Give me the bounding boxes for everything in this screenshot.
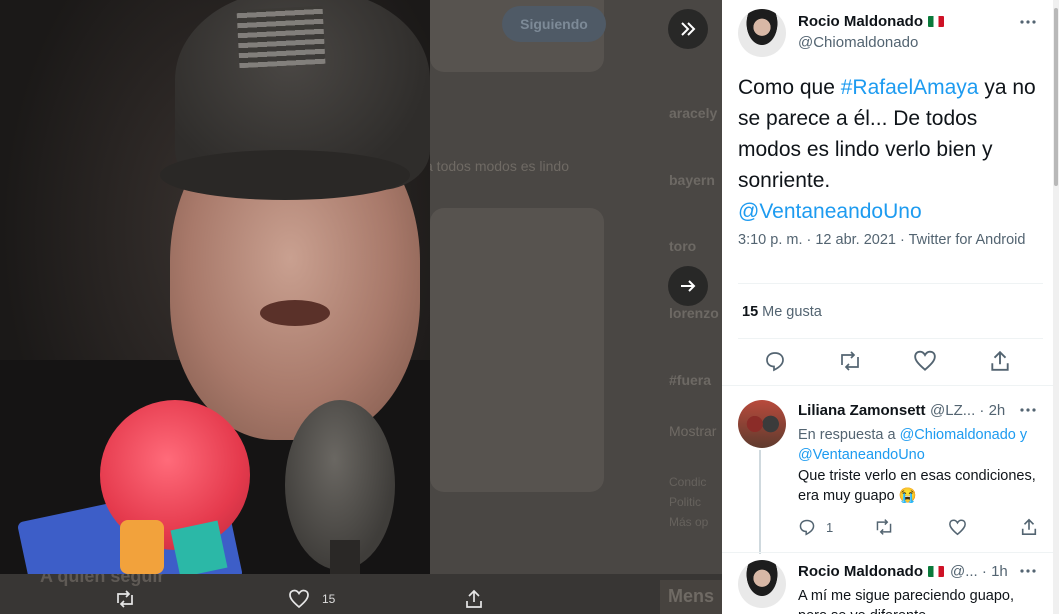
bg-footer-2: Politic [669,495,702,509]
reply-author-handle[interactable]: @... · 1h [950,563,1008,580]
like-button[interactable] [912,348,938,374]
author-name[interactable]: Rocio Maldonado [798,13,944,30]
divider [738,283,1043,284]
bg-show-more: Mostrar [669,423,717,439]
reply-context: En respuesta a @Chiomaldonado y @Ventane… [798,427,1028,463]
collapse-panel-button[interactable] [668,9,708,49]
reply-icon [799,519,815,536]
retweet-icon [117,590,133,608]
more-icon [1020,408,1036,412]
reply-button[interactable] [762,348,788,374]
heart-icon [914,350,936,371]
avatar[interactable] [738,400,786,448]
reply-more-button[interactable] [1016,561,1040,581]
tweet-text: Como que #RafaelAmaya ya no se parece a … [738,76,1036,223]
more-icon [1020,569,1036,573]
media-retweet-button[interactable] [110,584,140,614]
author-handle[interactable]: @Chiomaldonado [798,34,918,51]
retweet-icon [876,519,892,535]
reply-author-name[interactable]: Liliana Zamonsett [798,402,926,419]
reply-author-handle[interactable]: @LZ... · 2h [930,402,1005,419]
bg-trend-5: #fuera [669,372,712,388]
likes-summary[interactable]: 15 Me gusta [742,304,822,320]
heart-icon [289,589,309,609]
reply-icon [766,352,784,372]
heart-icon [949,519,966,535]
reply-retweet-button[interactable] [874,516,894,538]
next-arrow-icon [681,280,696,292]
reply-like-button[interactable] [948,516,967,538]
media-viewer: Siguiendo a todos modos es lindo aracely… [0,0,1059,614]
bg-snippet: a todos modos es lindo [425,158,569,174]
mention-link[interactable]: @Chiomaldonado [900,427,1016,443]
media-share-button[interactable] [459,584,489,614]
media-like-count: 15 [322,592,336,606]
media-like-button[interactable] [284,584,314,614]
tweet-timestamp[interactable]: 3:10 p. m. · 12 abr. 2021 · Twitter for … [738,230,1028,250]
hashtag-link[interactable]: #RafaelAmaya [841,76,979,99]
avatar[interactable] [738,560,786,608]
tweet-more-button[interactable] [1016,12,1040,32]
reply-author-name[interactable]: Rocio Maldonado [798,563,944,580]
retweet-icon [841,351,859,371]
share-button[interactable] [987,348,1013,374]
bg-trend-1: aracely [669,105,718,121]
scrollbar-thumb[interactable] [1054,8,1058,186]
bg-trend-3: toro [669,238,697,254]
reply-text: A mí me sigue pareciendo guapo, pero se … [798,588,1015,614]
reply-share-button[interactable] [1020,516,1038,538]
reply-reply-button[interactable]: 1 [798,516,833,538]
reply-more-button[interactable] [1016,400,1040,420]
more-icon [1020,20,1036,24]
tweet-panel: Rocio Maldonado @Chiomaldonado Como que … [722,0,1059,614]
reply-count: 1 [826,519,834,535]
bg-footer-3: Más op [669,515,709,529]
tweet-actions [722,348,1059,376]
avatar[interactable] [738,9,786,57]
divider [722,385,1053,386]
bg-footer-1: Condic [669,475,707,489]
mention-link[interactable]: @VentaneandoUno [798,447,925,463]
mention-link[interactable]: @VentaneandoUno [738,200,922,223]
mexico-flag-icon [928,566,944,577]
thread-line [759,450,761,554]
mexico-flag-icon [928,16,944,27]
collapse-icon [681,22,696,36]
bg-trend-2: bayern [669,172,715,188]
reply-text: Que triste verlo en esas condiciones, er… [798,468,1036,504]
next-media-button[interactable] [668,266,708,306]
share-icon [466,589,482,608]
media-action-bar: 15 [0,584,722,614]
bg-card-image [430,208,604,492]
share-icon [991,350,1009,371]
scrollbar[interactable] [1053,0,1059,614]
divider [738,338,1043,339]
bg-trend-4: lorenzo [669,305,719,321]
reply-actions: 1 [798,516,1048,538]
video-frame[interactable] [0,0,430,574]
cap-flag-patch [236,5,326,69]
retweet-button[interactable] [837,348,863,374]
share-icon [1021,518,1037,536]
divider [722,552,1053,553]
bg-follow-button: Siguiendo [502,6,606,42]
